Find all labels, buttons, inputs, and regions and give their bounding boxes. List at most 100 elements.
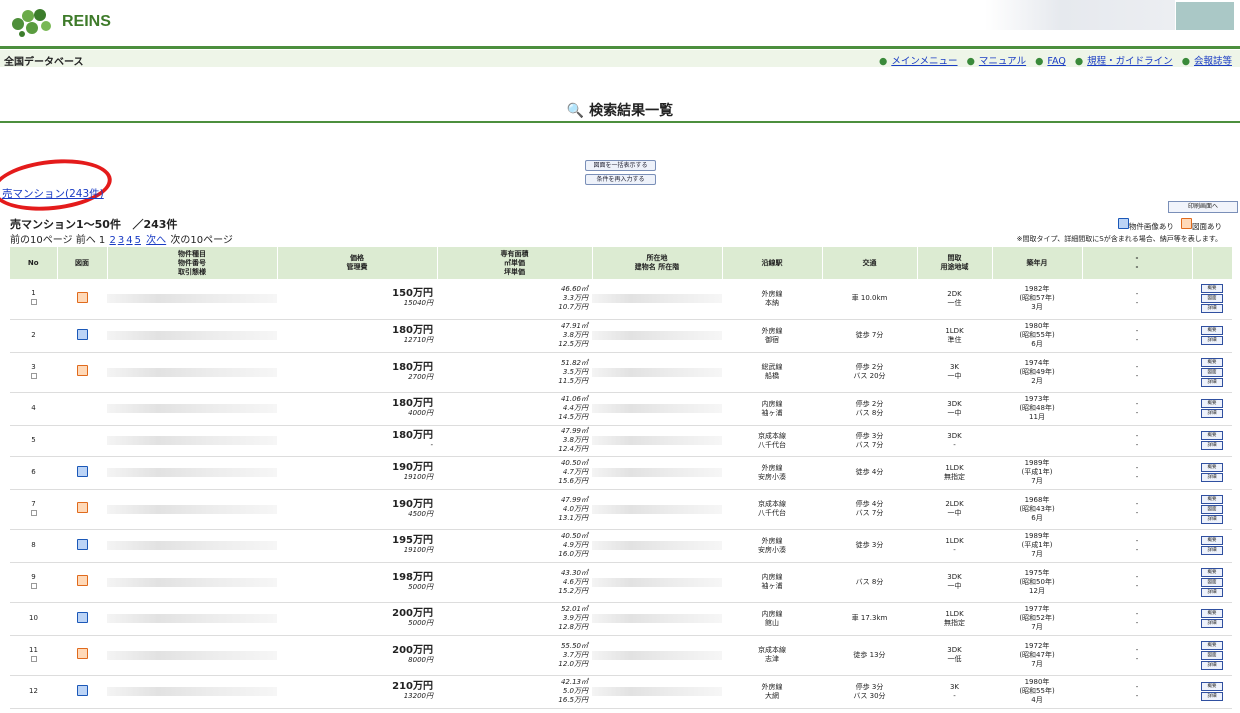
row-more-button[interactable]: 詳細 xyxy=(1201,377,1223,387)
row-more-button[interactable]: 詳細 xyxy=(1201,336,1223,345)
row-detail-button[interactable]: 概要 xyxy=(1201,609,1223,618)
col-area[interactable]: 専有面積 ㎡単価 坪単価 xyxy=(437,247,593,279)
table-row: 2 180万円 12710円 47.91㎡ 3.8万円 12.5万円 外房線 御宿 徒歩 7… xyxy=(10,319,1232,353)
row-zumen-button[interactable]: 図面 xyxy=(1201,367,1223,377)
cell-station: 内房線 袖ヶ浦 xyxy=(722,392,822,426)
col-no: No xyxy=(10,247,58,279)
col-item[interactable]: 物件種目 物件番号 取引態様 xyxy=(107,247,278,279)
photo-icon[interactable] xyxy=(76,611,88,623)
select-checkbox[interactable] xyxy=(30,299,37,306)
table-row: 8 195万円 19100円 40.50㎡ 4.9万円 16.0万円 外房線 安房小湊 徒歩… xyxy=(10,529,1232,563)
nav-link-bulletin[interactable]: 会報誌等 xyxy=(1194,56,1232,67)
print-button[interactable]: 印刷画面へ xyxy=(1168,201,1238,213)
row-more-button[interactable]: 詳細 xyxy=(1201,660,1223,670)
blurred-content xyxy=(107,650,277,660)
drawing-icon[interactable] xyxy=(76,365,88,376)
cell-actions: 概要 詳細 xyxy=(1192,602,1232,636)
row-more-button[interactable]: 詳細 xyxy=(1201,304,1223,314)
drawing-icon xyxy=(1181,218,1192,229)
row-detail-button[interactable]: 概要 xyxy=(1201,399,1223,408)
cell-price: 180万円 2700円 xyxy=(277,352,437,393)
blurred-content xyxy=(592,331,722,340)
row-more-button[interactable]: 詳細 xyxy=(1201,514,1223,524)
row-detail-button[interactable]: 概要 xyxy=(1201,284,1223,294)
row-zumen-button[interactable]: 図面 xyxy=(1201,504,1223,514)
cell-no: 9 xyxy=(10,562,57,603)
cell-location-blurred xyxy=(592,425,722,457)
drawing-icon[interactable] xyxy=(76,575,88,586)
row-more-button[interactable]: 詳細 xyxy=(1201,409,1223,418)
page-link[interactable]: 5 xyxy=(135,235,141,246)
page-link[interactable]: 4 xyxy=(126,235,132,246)
cell-layout: 3DK - xyxy=(917,425,992,457)
cell-transit: 停歩 3分 バス 7分 xyxy=(822,425,917,457)
nav-link-faq[interactable]: FAQ xyxy=(1047,56,1065,67)
cell-zumen xyxy=(57,425,107,457)
photo-icon[interactable] xyxy=(76,328,88,340)
row-more-button[interactable]: 詳細 xyxy=(1201,441,1223,450)
row-zumen-button[interactable]: 図面 xyxy=(1201,294,1223,304)
col-station[interactable]: 沿線駅 xyxy=(722,247,823,279)
row-more-button[interactable]: 詳細 xyxy=(1201,692,1223,701)
cell-actions: 概要 図面 詳細 xyxy=(1192,352,1232,393)
cell-actions: 概要 詳細 xyxy=(1192,456,1232,490)
select-checkbox[interactable] xyxy=(30,509,37,516)
blurred-content xyxy=(592,436,722,445)
photo-icon[interactable] xyxy=(76,684,88,696)
cell-built: 1989年 (平成1年) 7月 xyxy=(992,456,1082,490)
blurred-content xyxy=(592,367,722,377)
row-more-button[interactable]: 詳細 xyxy=(1201,473,1223,482)
row-detail-button[interactable]: 概要 xyxy=(1201,682,1223,691)
drawing-icon[interactable] xyxy=(76,291,88,303)
nav-link-manual[interactable]: マニュアル xyxy=(979,56,1026,67)
next10-link[interactable]: 次の10ページ xyxy=(170,235,233,246)
blurred-content xyxy=(592,541,722,550)
drawing-icon[interactable] xyxy=(76,502,88,513)
row-more-button[interactable]: 詳細 xyxy=(1201,587,1223,597)
results-table: No 図面 物件種目 物件番号 取引態様 価格 管理費 専有面積 ㎡単価 坪単価 所在地建… xyxy=(10,247,1233,709)
blurred-content xyxy=(107,577,277,587)
category-link[interactable]: 売マンション(243件) xyxy=(2,186,104,201)
photo-icon[interactable] xyxy=(76,465,88,477)
reins-logo[interactable]: REINS xyxy=(10,6,111,38)
row-detail-button[interactable]: 概要 xyxy=(1201,640,1223,650)
row-detail-button[interactable]: 概要 xyxy=(1201,431,1223,440)
cell-item-blurred xyxy=(107,635,277,676)
select-checkbox[interactable] xyxy=(30,582,37,589)
row-detail-button[interactable]: 概要 xyxy=(1201,567,1223,577)
select-checkbox[interactable] xyxy=(30,372,37,379)
col-built[interactable]: 築年月 xyxy=(992,247,1083,279)
photo-icon[interactable] xyxy=(76,538,88,550)
row-detail-button[interactable]: 概要 xyxy=(1201,357,1223,367)
row-detail-button[interactable]: 概要 xyxy=(1201,463,1223,472)
cell-built: 1982年 (昭和57年) 3月 xyxy=(992,279,1082,320)
row-detail-button[interactable]: 概要 xyxy=(1201,536,1223,545)
table-row: 5 180万円 -47.99㎡ 3.8万円 12.4万円 京成本線 八千代台 停歩 3分バ… xyxy=(10,425,1232,457)
col-price[interactable]: 価格 管理費 xyxy=(277,247,438,279)
user-info-blur xyxy=(985,0,1175,30)
row-zumen-button[interactable]: 図面 xyxy=(1201,650,1223,660)
page-link[interactable]: 3 xyxy=(118,235,124,246)
nav-link-main-menu[interactable]: メインメニュー xyxy=(891,56,957,67)
row-zumen-button[interactable]: 図面 xyxy=(1201,577,1223,587)
col-location[interactable]: 所在地 建物名 所在階 xyxy=(592,247,723,279)
blurred-content xyxy=(107,294,277,304)
cell-station: 内房線 館山 xyxy=(722,602,822,636)
next-link[interactable]: 次へ xyxy=(146,235,166,246)
row-more-button[interactable]: 詳細 xyxy=(1201,546,1223,555)
cell-price: 200万円 8000円 xyxy=(277,635,437,676)
nav-link-guidelines[interactable]: 規程・ガイドライン xyxy=(1087,56,1173,67)
row-more-button[interactable]: 詳細 xyxy=(1201,619,1223,628)
row-detail-button[interactable]: 概要 xyxy=(1201,494,1223,504)
page-link[interactable]: 2 xyxy=(109,235,115,246)
cell-layout: 1LDK 無指定 xyxy=(917,602,992,636)
table-row: 6 190万円 19100円 40.50㎡ 4.7万円 15.6万円 外房線 安房小湊 徒歩… xyxy=(10,456,1232,490)
zumen-batch-button[interactable]: 図面を一括表示する xyxy=(585,160,656,171)
drawing-icon[interactable] xyxy=(76,648,88,659)
col-layout[interactable]: 間取 用途地域 xyxy=(917,247,993,279)
re-enter-button[interactable]: 条件を再入力する xyxy=(585,174,656,185)
row-detail-button[interactable]: 概要 xyxy=(1201,326,1223,335)
select-checkbox[interactable] xyxy=(30,655,37,662)
pagination: 前の10ページ 前へ 1 2345 次へ 次の10ページ xyxy=(10,231,233,246)
cell-transit: 車 10.0km xyxy=(822,279,917,320)
